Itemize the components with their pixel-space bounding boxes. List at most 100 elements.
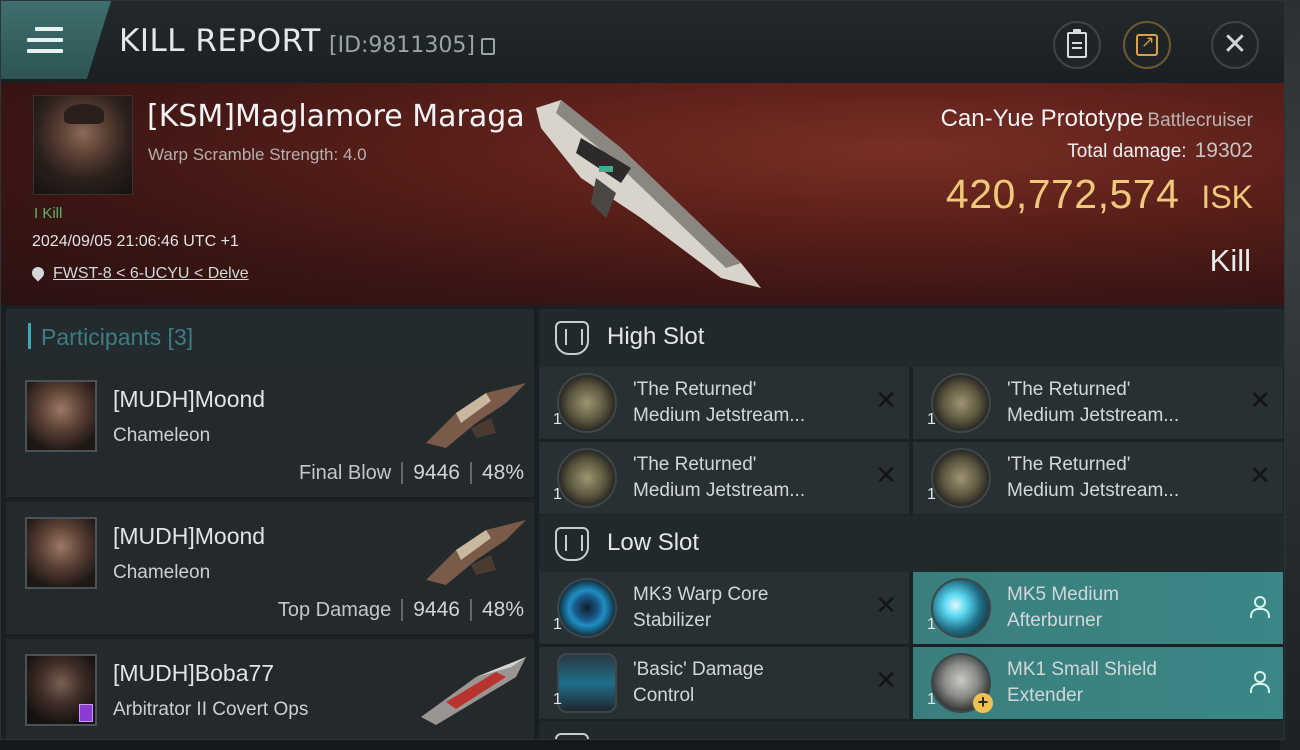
module-quantity: 1 — [553, 486, 562, 503]
total-damage: Total damage: 19302 — [1067, 139, 1253, 163]
x-icon: ✕ — [1249, 385, 1271, 415]
module-item[interactable]: 1 MK5 Medium Afterburner — [913, 572, 1283, 644]
isk-value: 420,772,574 — [945, 171, 1180, 217]
module-item[interactable]: 1 'The Returned' Medium Jetstream... ✕ — [913, 442, 1283, 514]
participant-name: [MUDH]Moond — [113, 386, 266, 412]
module-name-line2: Control — [633, 685, 695, 706]
participants-panel: Participants [3] [MUDH]Moond Chameleon F… — [6, 309, 534, 739]
module-name-line1: 'The Returned' — [633, 379, 757, 400]
module-quantity: 1 — [553, 411, 562, 428]
kill-report-window: KILL REPORT [ID:9811305] ✕ [KSM]Maglamor… — [0, 0, 1285, 740]
page-title: KILL REPORT — [119, 23, 321, 59]
divider — [401, 462, 404, 484]
participant-ship: Arbitrator II Covert Ops — [113, 699, 309, 720]
module-item[interactable]: 1 'Basic' Damage Control ✕ — [539, 647, 909, 719]
participant-role: Top Damage — [277, 598, 392, 621]
module-name-line1: 'The Returned' — [1007, 379, 1131, 400]
participant-name: [MUDH]Boba77 — [113, 660, 275, 686]
warp-scramble-strength: Warp Scramble Strength: 4.0 — [148, 145, 367, 164]
participant-ship-image — [426, 520, 526, 585]
victim-name[interactable]: [KSM]Maglamore Maraga — [147, 99, 525, 134]
accent-bar — [28, 323, 31, 349]
participant-damage: 9446 — [413, 598, 460, 621]
participant-role: Final Blow — [298, 461, 392, 484]
victim-portrait[interactable] — [33, 95, 133, 195]
module-name-line2: Medium Jetstream... — [1007, 405, 1180, 426]
x-icon: ✕ — [875, 665, 897, 695]
module-quantity: 1 — [927, 691, 936, 708]
total-damage-label: Total damage: — [1067, 141, 1187, 162]
module-item[interactable]: 1 MK3 Warp Core Stabilizer ✕ — [539, 572, 909, 644]
module-name-line1: MK1 Small Shield — [1007, 659, 1157, 680]
module-icon — [557, 373, 617, 433]
participants-label: Participants [3] — [41, 324, 194, 350]
participant-ship: Chameleon — [113, 562, 211, 583]
participants-header: Participants [3] — [6, 309, 534, 365]
module-quantity: 1 — [927, 616, 936, 633]
location-text[interactable]: FWST-8 < 6-UCYU < Delve — [53, 265, 249, 283]
mid-slot-header — [539, 721, 1284, 739]
copy-icon[interactable] — [481, 38, 495, 55]
participant-percent: 48% — [481, 598, 524, 621]
fittings-panel: High Slot 1 'The Returned' Medium Jetstre… — [539, 309, 1284, 739]
module-icon: + — [931, 653, 993, 713]
share-button[interactable] — [1123, 21, 1171, 69]
participant-stats: Final Blow 9446 48% — [299, 461, 524, 485]
close-button[interactable]: ✕ — [1211, 21, 1259, 69]
avatar[interactable] — [25, 654, 97, 726]
high-slot-header: High Slot — [539, 309, 1284, 367]
low-slot-header: Low Slot — [539, 515, 1284, 573]
high-slot-label: High Slot — [607, 323, 705, 350]
participant-row[interactable]: [MUDH]Moond Chameleon Final Blow 9446 48… — [6, 365, 534, 499]
menu-icon — [27, 27, 63, 55]
module-icon — [557, 578, 617, 638]
low-slot-label: Low Slot — [607, 529, 700, 556]
slot-icon — [555, 733, 589, 739]
clipboard-icon — [1067, 29, 1087, 58]
report-id: [ID:9811305] — [329, 33, 475, 58]
module-name: 'The Returned' Medium Jetstream... — [1007, 452, 1247, 504]
kill-datetime: 2024/09/05 21:06:46 UTC +1 — [32, 233, 239, 250]
module-name-line2: Extender — [1007, 685, 1084, 706]
location-link[interactable]: FWST-8 < 6-UCYU < Delve — [32, 265, 249, 283]
result-label: Kill — [1209, 243, 1251, 278]
module-name-line2: Stabilizer — [633, 610, 712, 631]
map-pin-icon — [32, 267, 44, 282]
plus-icon: + — [973, 693, 993, 713]
victim-ship-line: Can-Yue Prototype Battlecruiser — [941, 105, 1253, 133]
participant-ship: Chameleon — [113, 425, 211, 446]
module-item[interactable]: + 1 MK1 Small Shield Extender — [913, 647, 1283, 719]
module-item[interactable]: 1 'The Returned' Medium Jetstream... ✕ — [539, 367, 909, 439]
victim-banner: [KSM]Maglamore Maraga Warp Scramble Stre… — [1, 83, 1284, 305]
slot-icon — [555, 321, 589, 355]
participant-percent: 48% — [481, 461, 524, 484]
person-icon — [1249, 596, 1270, 618]
module-quantity: 1 — [553, 691, 562, 708]
isk-unit: ISK — [1201, 179, 1253, 215]
module-name: MK1 Small Shield Extender — [1007, 657, 1247, 709]
avatar[interactable] — [25, 380, 97, 452]
module-icon — [931, 578, 991, 638]
module-name: 'The Returned' Medium Jetstream... — [1007, 377, 1247, 429]
avatar[interactable] — [25, 517, 97, 589]
participant-row[interactable]: [MUDH]Boba77 Arbitrator II Covert Ops — [6, 639, 534, 739]
module-item[interactable]: 1 'The Returned' Medium Jetstream... ✕ — [539, 442, 909, 514]
isk-value-line: 420,772,574 ISK — [946, 171, 1253, 218]
victim-ship-name[interactable]: Can-Yue Prototype — [941, 105, 1144, 132]
module-item[interactable]: 1 'The Returned' Medium Jetstream... ✕ — [913, 367, 1283, 439]
participant-ship-image — [421, 657, 526, 725]
menu-button[interactable] — [1, 1, 111, 79]
x-icon: ✕ — [875, 460, 897, 490]
module-quantity: 1 — [927, 486, 936, 503]
ship-type-badge — [79, 704, 93, 722]
module-quantity: 1 — [553, 616, 562, 633]
victim-ship-image — [536, 100, 761, 288]
close-icon: ✕ — [1222, 28, 1248, 61]
module-name: 'The Returned' Medium Jetstream... — [633, 377, 873, 429]
divider — [401, 599, 404, 621]
header: KILL REPORT [ID:9811305] ✕ — [1, 1, 1284, 83]
module-name: 'Basic' Damage Control — [633, 657, 873, 709]
module-name-line1: MK5 Medium — [1007, 584, 1119, 605]
clipboard-button[interactable] — [1053, 21, 1101, 69]
participant-row[interactable]: [MUDH]Moond Chameleon Top Damage 9446 48… — [6, 502, 534, 636]
